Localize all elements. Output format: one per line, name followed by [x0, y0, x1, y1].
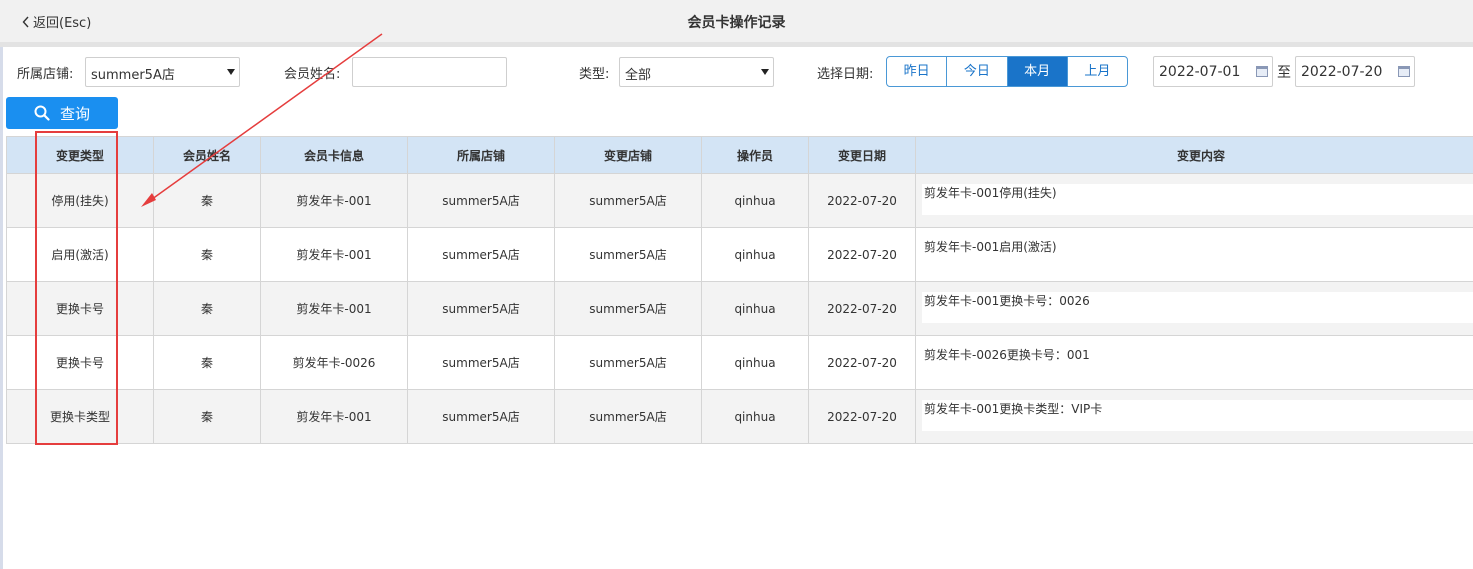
cell-change-type: 启用(激活): [6, 227, 154, 282]
table-row[interactable]: 更换卡类型 秦 剪发年卡-001 summer5A店 summer5A店 qin…: [6, 389, 1473, 444]
column-header-change-type: 变更类型: [6, 136, 154, 174]
column-header-card-info: 会员卡信息: [260, 136, 408, 174]
cell-change-content: 剪发年卡-001更换卡类型：VIP卡: [915, 389, 1473, 444]
cell-member-name: 秦: [153, 173, 261, 228]
cell-member-name: 秦: [153, 335, 261, 390]
cell-change-date: 2022-07-20: [808, 281, 916, 336]
calendar-icon[interactable]: [1256, 66, 1268, 77]
top-bar: 返回(Esc) 会员卡操作记录: [0, 0, 1473, 42]
cell-store: summer5A店: [407, 335, 555, 390]
divider: [0, 42, 1473, 47]
store-select-value: summer5A店: [91, 68, 175, 83]
cell-store: summer5A店: [407, 389, 555, 444]
column-header-change-date: 变更日期: [808, 136, 916, 174]
cell-operator: qinhua: [701, 389, 809, 444]
cell-operator: qinhua: [701, 335, 809, 390]
cell-change-type: 更换卡号: [6, 281, 154, 336]
caret-down-icon: [227, 69, 235, 75]
member-name-input[interactable]: [352, 57, 507, 87]
left-border: [0, 47, 3, 569]
date-from-input[interactable]: 2022-07-01: [1153, 56, 1273, 87]
table-row[interactable]: 启用(激活) 秦 剪发年卡-001 summer5A店 summer5A店 qi…: [6, 227, 1473, 282]
cell-change-date: 2022-07-20: [808, 389, 916, 444]
date-to-input[interactable]: 2022-07-20: [1295, 56, 1415, 87]
date-separator: 至: [1277, 65, 1291, 81]
cell-change-type: 更换卡号: [6, 335, 154, 390]
page-title: 会员卡操作记录: [687, 15, 786, 31]
search-icon: [34, 105, 50, 121]
cell-member-name: 秦: [153, 227, 261, 282]
date-button-today[interactable]: 今日: [947, 57, 1008, 86]
cell-card-info: 剪发年卡-001: [260, 389, 408, 444]
query-label: 查询: [59, 104, 90, 123]
date-button-last-month[interactable]: 上月: [1068, 57, 1127, 86]
column-header-change-content: 变更内容: [915, 136, 1473, 174]
cell-card-info: 剪发年卡-001: [260, 281, 408, 336]
date-button-this-month[interactable]: 本月: [1007, 57, 1068, 86]
member-name-label: 会员姓名:: [284, 67, 341, 82]
cell-change-content: 剪发年卡-001启用(激活): [915, 227, 1473, 282]
cell-store: summer5A店: [407, 227, 555, 282]
type-label: 类型:: [579, 67, 610, 82]
cell-change-content: 剪发年卡-0026更换卡号：001: [915, 335, 1473, 390]
table-header-row: 变更类型 会员姓名 会员卡信息 所属店铺 变更店铺 操作员 变更日期 变更内容: [6, 136, 1473, 174]
cell-change-store: summer5A店: [554, 173, 702, 228]
cell-operator: qinhua: [701, 227, 809, 282]
column-header-operator: 操作员: [701, 136, 809, 174]
cell-member-name: 秦: [153, 389, 261, 444]
cell-change-content: 剪发年卡-001停用(挂失): [915, 173, 1473, 228]
store-label: 所属店铺:: [17, 67, 74, 82]
cell-change-store: summer5A店: [554, 281, 702, 336]
cell-change-store: summer5A店: [554, 389, 702, 444]
cell-change-date: 2022-07-20: [808, 335, 916, 390]
records-table: 变更类型 会员姓名 会员卡信息 所属店铺 变更店铺 操作员 变更日期 变更内容 …: [6, 136, 1473, 444]
date-label: 选择日期:: [817, 67, 874, 82]
table-row[interactable]: 更换卡号 秦 剪发年卡-0026 summer5A店 summer5A店 qin…: [6, 335, 1473, 390]
table-row[interactable]: 停用(挂失) 秦 剪发年卡-001 summer5A店 summer5A店 qi…: [6, 173, 1473, 228]
table-row[interactable]: 更换卡号 秦 剪发年卡-001 summer5A店 summer5A店 qinh…: [6, 281, 1473, 336]
type-select[interactable]: 全部: [619, 57, 774, 87]
cell-operator: qinhua: [701, 173, 809, 228]
cell-change-date: 2022-07-20: [808, 227, 916, 282]
date-range-buttons: 昨日 今日 本月 上月: [886, 56, 1128, 87]
query-button[interactable]: 查询: [6, 97, 118, 129]
cell-change-type: 停用(挂失): [6, 173, 154, 228]
cell-change-store: summer5A店: [554, 227, 702, 282]
cell-store: summer5A店: [407, 173, 555, 228]
caret-down-icon: [761, 69, 769, 75]
cell-member-name: 秦: [153, 281, 261, 336]
date-button-yesterday[interactable]: 昨日: [887, 57, 948, 86]
column-header-change-store: 变更店铺: [554, 136, 702, 174]
cell-card-info: 剪发年卡-001: [260, 227, 408, 282]
cell-card-info: 剪发年卡-001: [260, 173, 408, 228]
cell-change-type: 更换卡类型: [6, 389, 154, 444]
cell-change-store: summer5A店: [554, 335, 702, 390]
type-select-value: 全部: [625, 68, 652, 83]
cell-change-content: 剪发年卡-001更换卡号：0026: [915, 281, 1473, 336]
calendar-icon[interactable]: [1398, 66, 1410, 77]
column-header-member-name: 会员姓名: [153, 136, 261, 174]
cell-operator: qinhua: [701, 281, 809, 336]
column-header-store: 所属店铺: [407, 136, 555, 174]
cell-change-date: 2022-07-20: [808, 173, 916, 228]
store-select[interactable]: summer5A店: [85, 57, 240, 87]
cell-store: summer5A店: [407, 281, 555, 336]
cell-card-info: 剪发年卡-0026: [260, 335, 408, 390]
